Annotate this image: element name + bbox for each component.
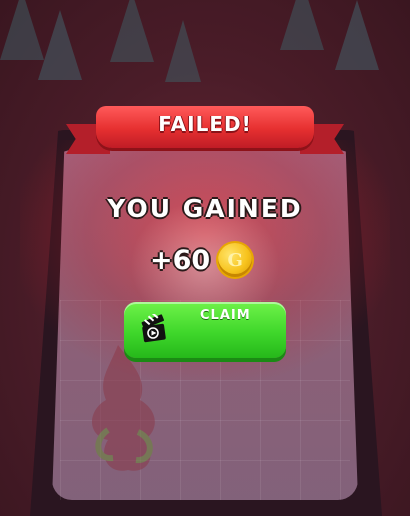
reward-headline: YOU GAINED [107,194,303,223]
reward-amount-row: +60 G [150,240,253,280]
pine-tree [280,0,324,50]
claim-button[interactable]: CLAIM [124,302,286,358]
claim-label: CLAIM [200,308,251,323]
banner-title: FAILED! [158,112,252,136]
reward-amount: +60 [150,244,211,276]
coin-glyph: G [227,249,243,271]
pine-tree [38,10,82,80]
clapperboard-video-icon [141,314,166,343]
gold-coin-icon: G [218,243,253,277]
pine-tree [335,0,379,70]
pine-tree [165,20,201,82]
pine-tree [110,0,154,62]
